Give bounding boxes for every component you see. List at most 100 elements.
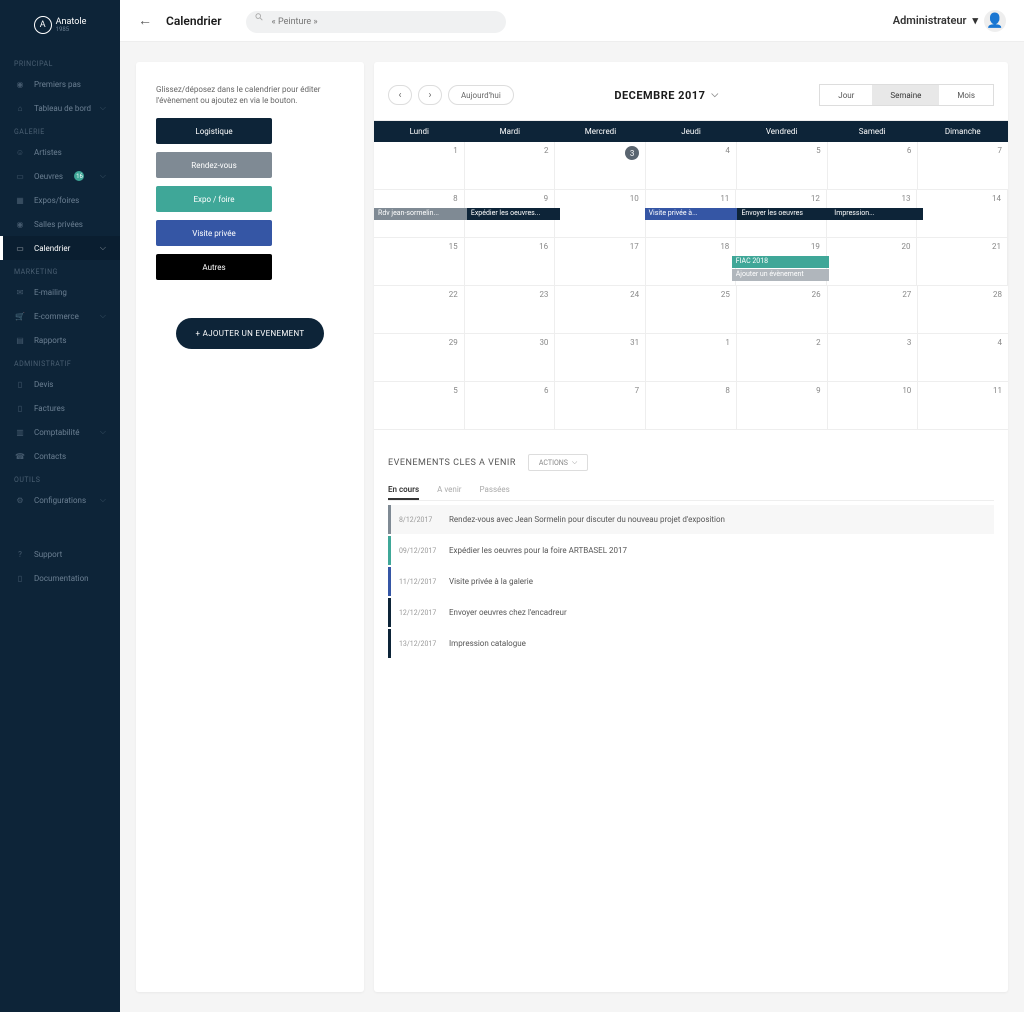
back-button[interactable]: ← xyxy=(138,12,152,29)
category-autres[interactable]: Autres xyxy=(156,254,272,280)
calendar-cell[interactable]: 7 xyxy=(918,142,1008,189)
calendar-cell[interactable]: 6 xyxy=(828,142,919,189)
event-item[interactable]: 13/12/2017Impression catalogue xyxy=(388,629,994,658)
month-label[interactable]: DECEMBRE 2017 ⌵ xyxy=(614,89,718,102)
calendar-cell[interactable]: 5 xyxy=(374,382,465,429)
sidebar-item-support[interactable]: ?Support xyxy=(0,542,120,566)
calendar-event[interactable]: Rdv jean-sormelin... xyxy=(374,208,467,220)
event-date: 13/12/2017 xyxy=(399,640,439,648)
calendar-event[interactable]: Visite privée à... xyxy=(645,208,738,220)
calendar-cell[interactable]: 3 xyxy=(555,142,646,189)
calendar-cell[interactable]: 28 xyxy=(918,286,1008,333)
phone-icon: ☎ xyxy=(14,450,26,462)
nav-section-label: GALERIE xyxy=(0,120,120,140)
day-number: 16 xyxy=(539,242,548,251)
event-item[interactable]: 11/12/2017Visite privée à la galerie xyxy=(388,567,994,596)
prev-button[interactable]: ‹ xyxy=(388,85,412,105)
calendar-cell[interactable]: 16 xyxy=(465,238,556,285)
calendar-cell[interactable]: 5 xyxy=(737,142,828,189)
sidebar-item-premiers-pas[interactable]: ◉Premiers pas xyxy=(0,72,120,96)
calendar-cell[interactable]: 26 xyxy=(737,286,828,333)
view-jour[interactable]: Jour xyxy=(820,85,872,105)
calendar-cell[interactable]: 25 xyxy=(646,286,737,333)
today-button[interactable]: Aujourd'hui xyxy=(448,85,514,105)
tab-passées[interactable]: Passées xyxy=(479,481,509,500)
category-rendez-vous[interactable]: Rendez-vous xyxy=(156,152,272,178)
calendar-cell[interactable]: 1 xyxy=(646,334,737,381)
calendar-cell[interactable]: 7 xyxy=(555,382,646,429)
calendar-cell[interactable]: 27 xyxy=(828,286,919,333)
sidebar-item-oeuvres[interactable]: ▭Oeuvres16⌵ xyxy=(0,164,120,188)
sidebar-item-configurations[interactable]: ⚙Configurations⌵ xyxy=(0,488,120,512)
calendar-cell[interactable]: 24 xyxy=(555,286,646,333)
calendar-event[interactable]: Envoyer les oeuvres xyxy=(737,208,830,220)
sidebar-item-documentation[interactable]: ▯Documentation xyxy=(0,566,120,590)
calendar-cell[interactable]: 14 xyxy=(917,190,1008,237)
calendar-event[interactable]: Impression... xyxy=(830,208,923,220)
sidebar-item-factures[interactable]: ▯Factures xyxy=(0,396,120,420)
page-title: Calendrier xyxy=(166,14,222,28)
search-input[interactable] xyxy=(246,11,506,33)
add-event-button[interactable]: + AJOUTER UN EVENEMENT xyxy=(176,318,325,349)
calendar-cell[interactable]: 8 xyxy=(646,382,737,429)
tab-a-venir[interactable]: A venir xyxy=(437,481,461,500)
calendar-cell[interactable]: 4 xyxy=(918,334,1008,381)
calendar-cell[interactable]: 3 xyxy=(828,334,919,381)
sidebar-item-e-commerce[interactable]: 🛒E-commerce⌵ xyxy=(0,304,120,328)
calendar-cell[interactable]: 4 xyxy=(646,142,737,189)
category-logistique[interactable]: Logistique xyxy=(156,118,272,144)
calendar-cell[interactable]: 1 xyxy=(374,142,465,189)
sidebar-item-e-mailing[interactable]: ✉E-mailing xyxy=(0,280,120,304)
calendar-cell[interactable]: 9 xyxy=(737,382,828,429)
tab-en-cours[interactable]: En cours xyxy=(388,481,419,500)
next-button[interactable]: › xyxy=(418,85,442,105)
calendar-event[interactable]: FIAC 2018 xyxy=(732,256,829,268)
event-item[interactable]: 09/12/2017Expédier les oeuvres pour la f… xyxy=(388,536,994,565)
calendar-cell[interactable]: 6 xyxy=(465,382,556,429)
calendar-cell[interactable]: 29 xyxy=(374,334,465,381)
sidebar-item-comptabilit-[interactable]: ▥Comptabilité⌵ xyxy=(0,420,120,444)
brand-logo[interactable]: A Anatole 1985 xyxy=(0,12,120,52)
avatar[interactable]: 👤 xyxy=(984,10,1006,32)
sidebar-item-tableau-de-bord[interactable]: ⌂Tableau de bord⌵ xyxy=(0,96,120,120)
calendar-cell[interactable]: 10 xyxy=(555,190,646,237)
chevron-down-icon[interactable]: ▾ xyxy=(972,14,978,27)
view-mois[interactable]: Mois xyxy=(939,85,993,105)
monitor-icon: ▭ xyxy=(14,170,26,182)
sidebar-item-contacts[interactable]: ☎Contacts xyxy=(0,444,120,468)
calendar-event[interactable]: Ajouter un évènement xyxy=(732,269,829,281)
calendar-cell[interactable]: 31 xyxy=(555,334,646,381)
category-expo-foire[interactable]: Expo / foire xyxy=(156,186,272,212)
calendar-cell[interactable]: 2 xyxy=(737,334,828,381)
event-date: 11/12/2017 xyxy=(399,578,439,586)
calendar-cell[interactable]: 22 xyxy=(374,286,465,333)
sidebar-item-calendrier[interactable]: ▭Calendrier⌵ xyxy=(0,236,120,260)
calendar-cell[interactable]: 21 xyxy=(917,238,1008,285)
view-semaine[interactable]: Semaine xyxy=(872,85,939,105)
event-item[interactable]: 8/12/2017Rendez-vous avec Jean Sormelin … xyxy=(388,505,994,534)
sidebar-item-expos-foires[interactable]: ▦Expos/foires xyxy=(0,188,120,212)
day-number: 27 xyxy=(902,290,911,299)
calendar-cell[interactable]: 20 xyxy=(827,238,918,285)
sidebar-item-devis[interactable]: ▯Devis xyxy=(0,372,120,396)
calendar-cell[interactable]: 18 xyxy=(646,238,737,285)
calendar-cell[interactable]: 17 xyxy=(555,238,646,285)
view-switch: JourSemaineMois xyxy=(819,84,994,106)
eye-icon: ◉ xyxy=(14,78,26,90)
calendar-cell[interactable]: 23 xyxy=(465,286,556,333)
day-number: 13 xyxy=(901,194,910,203)
sidebar-item-salles-priv-es[interactable]: ◉Salles privées xyxy=(0,212,120,236)
event-item[interactable]: 12/12/2017Envoyer oeuvres chez l'encadre… xyxy=(388,598,994,627)
calendar-cell[interactable]: 11 xyxy=(918,382,1008,429)
sidebar-item-artistes[interactable]: ☺Artistes xyxy=(0,140,120,164)
nav-section-label: MARKETING xyxy=(0,260,120,280)
calendar-event[interactable]: Expédier les oeuvres... xyxy=(467,208,560,220)
calendar-cell[interactable]: 10 xyxy=(828,382,919,429)
sidebar-item-rapports[interactable]: ▤Rapports xyxy=(0,328,120,352)
calendar-cell[interactable]: 15 xyxy=(374,238,465,285)
calendar-cell[interactable]: 2 xyxy=(465,142,556,189)
calendar-cell[interactable]: 30 xyxy=(465,334,556,381)
user-label[interactable]: Administrateur xyxy=(893,14,967,27)
category-visite-priv-e[interactable]: Visite privée xyxy=(156,220,272,246)
actions-button[interactable]: ACTIONS ⌵ xyxy=(528,454,588,471)
